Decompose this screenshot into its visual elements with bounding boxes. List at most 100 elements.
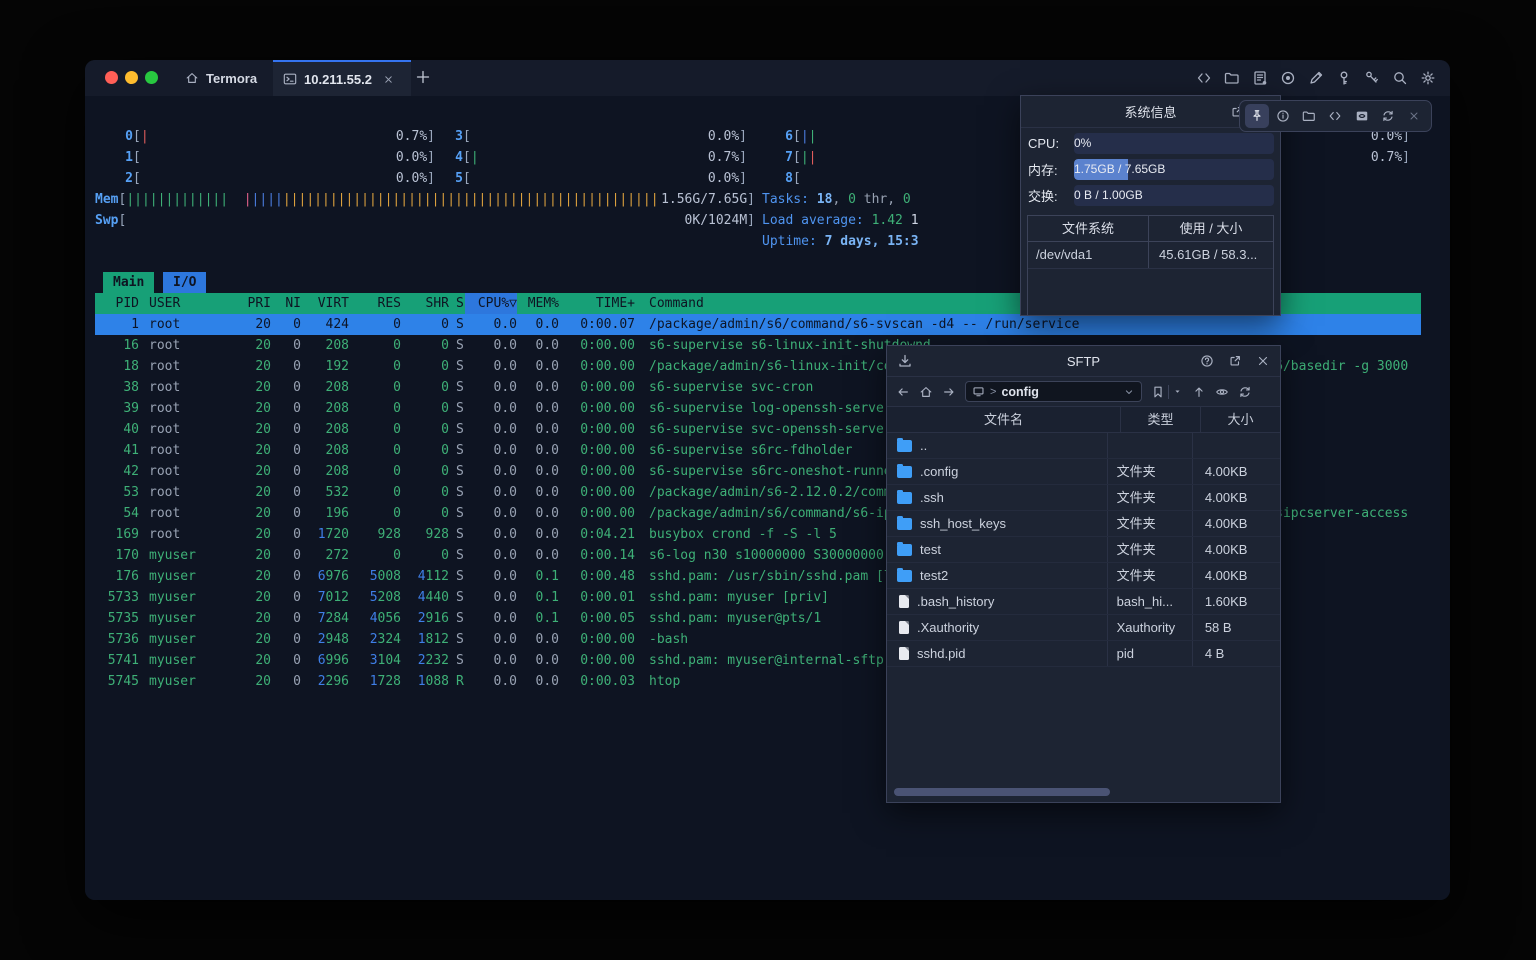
cpu-meter-8: 8[: [777, 168, 897, 189]
file-row[interactable]: test2 文件夹 4.00KB: [887, 563, 1280, 589]
column-type: 类型: [1120, 407, 1200, 432]
system-info-title: 系统信息: [1124, 102, 1176, 121]
file-table-header[interactable]: 文件名 类型 大小: [887, 407, 1280, 433]
load-average-line: Load average: 1.42 1: [762, 210, 919, 231]
cpu-meter-5: 5[0.0%]: [447, 168, 747, 189]
chevron-down-icon[interactable]: [1123, 386, 1135, 398]
close-traffic-light[interactable]: [105, 71, 118, 84]
cpu-usage-bar: 0%: [1074, 133, 1274, 154]
tab-home[interactable]: Termora: [175, 60, 267, 96]
home-icon: [185, 71, 199, 85]
file-row[interactable]: ..: [887, 433, 1280, 459]
minimize-traffic-light[interactable]: [125, 71, 138, 84]
file-type-icon: [899, 621, 909, 634]
filesystem-table: 文件系统 使用 / 大小 /dev/vda1 45.61GB / 58.3...: [1027, 215, 1274, 316]
file-list: .. .config 文件夹 4.00KB .ssh 文件夹 4.00KB: [887, 433, 1280, 667]
cpu-meter-2: 2[0.0%]: [95, 168, 435, 189]
titlebar-actions: [1196, 60, 1436, 96]
pin-icon[interactable]: [1245, 104, 1269, 128]
file-row[interactable]: .Xauthority Xauthority 58 B: [887, 615, 1280, 641]
edit-icon[interactable]: [1308, 70, 1324, 86]
memory-usage-bar: 1.75GB / 7.65GB: [1074, 159, 1274, 180]
back-icon[interactable]: [896, 385, 910, 399]
home-tab-label: Termora: [206, 71, 257, 86]
tasks-line: Tasks: 18, 0 thr, 0: [762, 189, 919, 210]
sftp-titlebar: SFTP: [887, 346, 1280, 377]
bookmark-icon[interactable]: [1151, 385, 1165, 399]
file-row[interactable]: sshd.pid pid 4 B: [887, 641, 1280, 667]
file-row[interactable]: .ssh 文件夹 4.00KB: [887, 485, 1280, 511]
fs-header-name: 文件系统: [1028, 216, 1149, 241]
path-breadcrumb[interactable]: > config: [965, 381, 1142, 402]
column-size: 大小: [1200, 407, 1280, 432]
keychain-icon[interactable]: [1364, 70, 1380, 86]
swap-usage-bar: 0 B / 1.00GB: [1074, 185, 1274, 206]
info-icon[interactable]: [1271, 104, 1295, 128]
sftp-panel: SFTP > config: [886, 345, 1281, 803]
fs-header-usage: 使用 / 大小: [1149, 216, 1273, 241]
file-type-icon: [897, 570, 912, 582]
htop-tab-main[interactable]: Main: [103, 272, 154, 293]
refresh-icon[interactable]: [1238, 385, 1252, 399]
close-icon[interactable]: [1402, 104, 1426, 128]
current-directory: config: [1001, 385, 1039, 399]
terminal-icon: [283, 72, 297, 86]
upload-icon[interactable]: [1192, 385, 1206, 399]
file-type-icon: [899, 595, 909, 608]
search-icon[interactable]: [1392, 70, 1408, 86]
uptime-line: Uptime: 7 days, 15:3: [762, 231, 919, 252]
file-type-icon: [897, 466, 912, 478]
swap-meter: Swp[0K/1024M]: [95, 210, 755, 231]
new-tab-icon[interactable]: [415, 69, 431, 85]
key-icon[interactable]: [1336, 70, 1352, 86]
app-window: Termora 10.211.55.2 0[|0.7%] 1[0.0%] 2[0…: [85, 60, 1450, 900]
help-icon[interactable]: [1200, 354, 1214, 368]
file-row[interactable]: ssh_host_keys 文件夹 4.00KB: [887, 511, 1280, 537]
tab-session-active[interactable]: 10.211.55.2: [273, 60, 411, 96]
file-type-icon: [897, 492, 912, 504]
cpu-meter-4: 4[|0.7%]: [447, 147, 747, 168]
zoom-traffic-light[interactable]: [145, 71, 158, 84]
record-icon[interactable]: [1280, 70, 1296, 86]
cpu-meter-0: 0[|0.7%]: [95, 126, 435, 147]
file-type-icon: [897, 518, 912, 530]
file-row[interactable]: test 文件夹 4.00KB: [887, 537, 1280, 563]
open-in-window-icon[interactable]: [1228, 354, 1242, 368]
session-tab-label: 10.211.55.2: [304, 72, 372, 87]
code-icon[interactable]: [1196, 70, 1212, 86]
file-row[interactable]: .config 文件夹 4.00KB: [887, 459, 1280, 485]
sort-column-cpu: CPU%▽: [465, 293, 517, 314]
refresh-icon[interactable]: [1376, 104, 1400, 128]
folder-icon[interactable]: [1297, 104, 1321, 128]
sftp-nav-bar: > config: [887, 377, 1280, 407]
code-icon[interactable]: [1323, 104, 1347, 128]
session-toolbar: [1239, 100, 1432, 132]
cpu-label: CPU:: [1028, 136, 1074, 151]
cpu-meter-1: 1[0.0%]: [95, 147, 435, 168]
filesystem-row[interactable]: /dev/vda1 45.61GB / 58.3...: [1028, 242, 1273, 269]
home-icon[interactable]: [919, 385, 933, 399]
download-icon[interactable]: [897, 353, 913, 369]
file-type-icon: [897, 440, 912, 452]
file-row[interactable]: .bash_history bash_hi... 1.60KB: [887, 589, 1280, 615]
memory-label: 内存:: [1028, 160, 1074, 179]
close-icon[interactable]: [1256, 354, 1270, 368]
title-bar: Termora 10.211.55.2: [85, 60, 1450, 96]
settings-gear-icon[interactable]: [1420, 70, 1436, 86]
file-type-icon: [899, 647, 909, 660]
htop-tab-io[interactable]: I/O: [163, 272, 206, 293]
forward-icon[interactable]: [942, 385, 956, 399]
horizontal-scrollbar[interactable]: [891, 787, 1276, 797]
show-hidden-eye-icon[interactable]: [1215, 385, 1229, 399]
cpu-meter-3: 3[0.0%]: [447, 126, 747, 147]
close-tab-icon[interactable]: [383, 74, 394, 85]
folder-icon[interactable]: [1224, 70, 1240, 86]
memory-meter: Mem[||||||||||||| ||||||||||||||||||||||…: [95, 189, 755, 210]
column-filename: 文件名: [887, 407, 1120, 432]
process-row[interactable]: 1root20042400S0.00.00:00.07/package/admi…: [95, 314, 1421, 335]
nvidia-icon[interactable]: [1350, 104, 1374, 128]
notes-icon[interactable]: [1252, 70, 1268, 86]
file-type-icon: [897, 544, 912, 556]
bookmark-caret-icon[interactable]: [1172, 386, 1183, 397]
scrollbar-thumb[interactable]: [894, 788, 1110, 796]
